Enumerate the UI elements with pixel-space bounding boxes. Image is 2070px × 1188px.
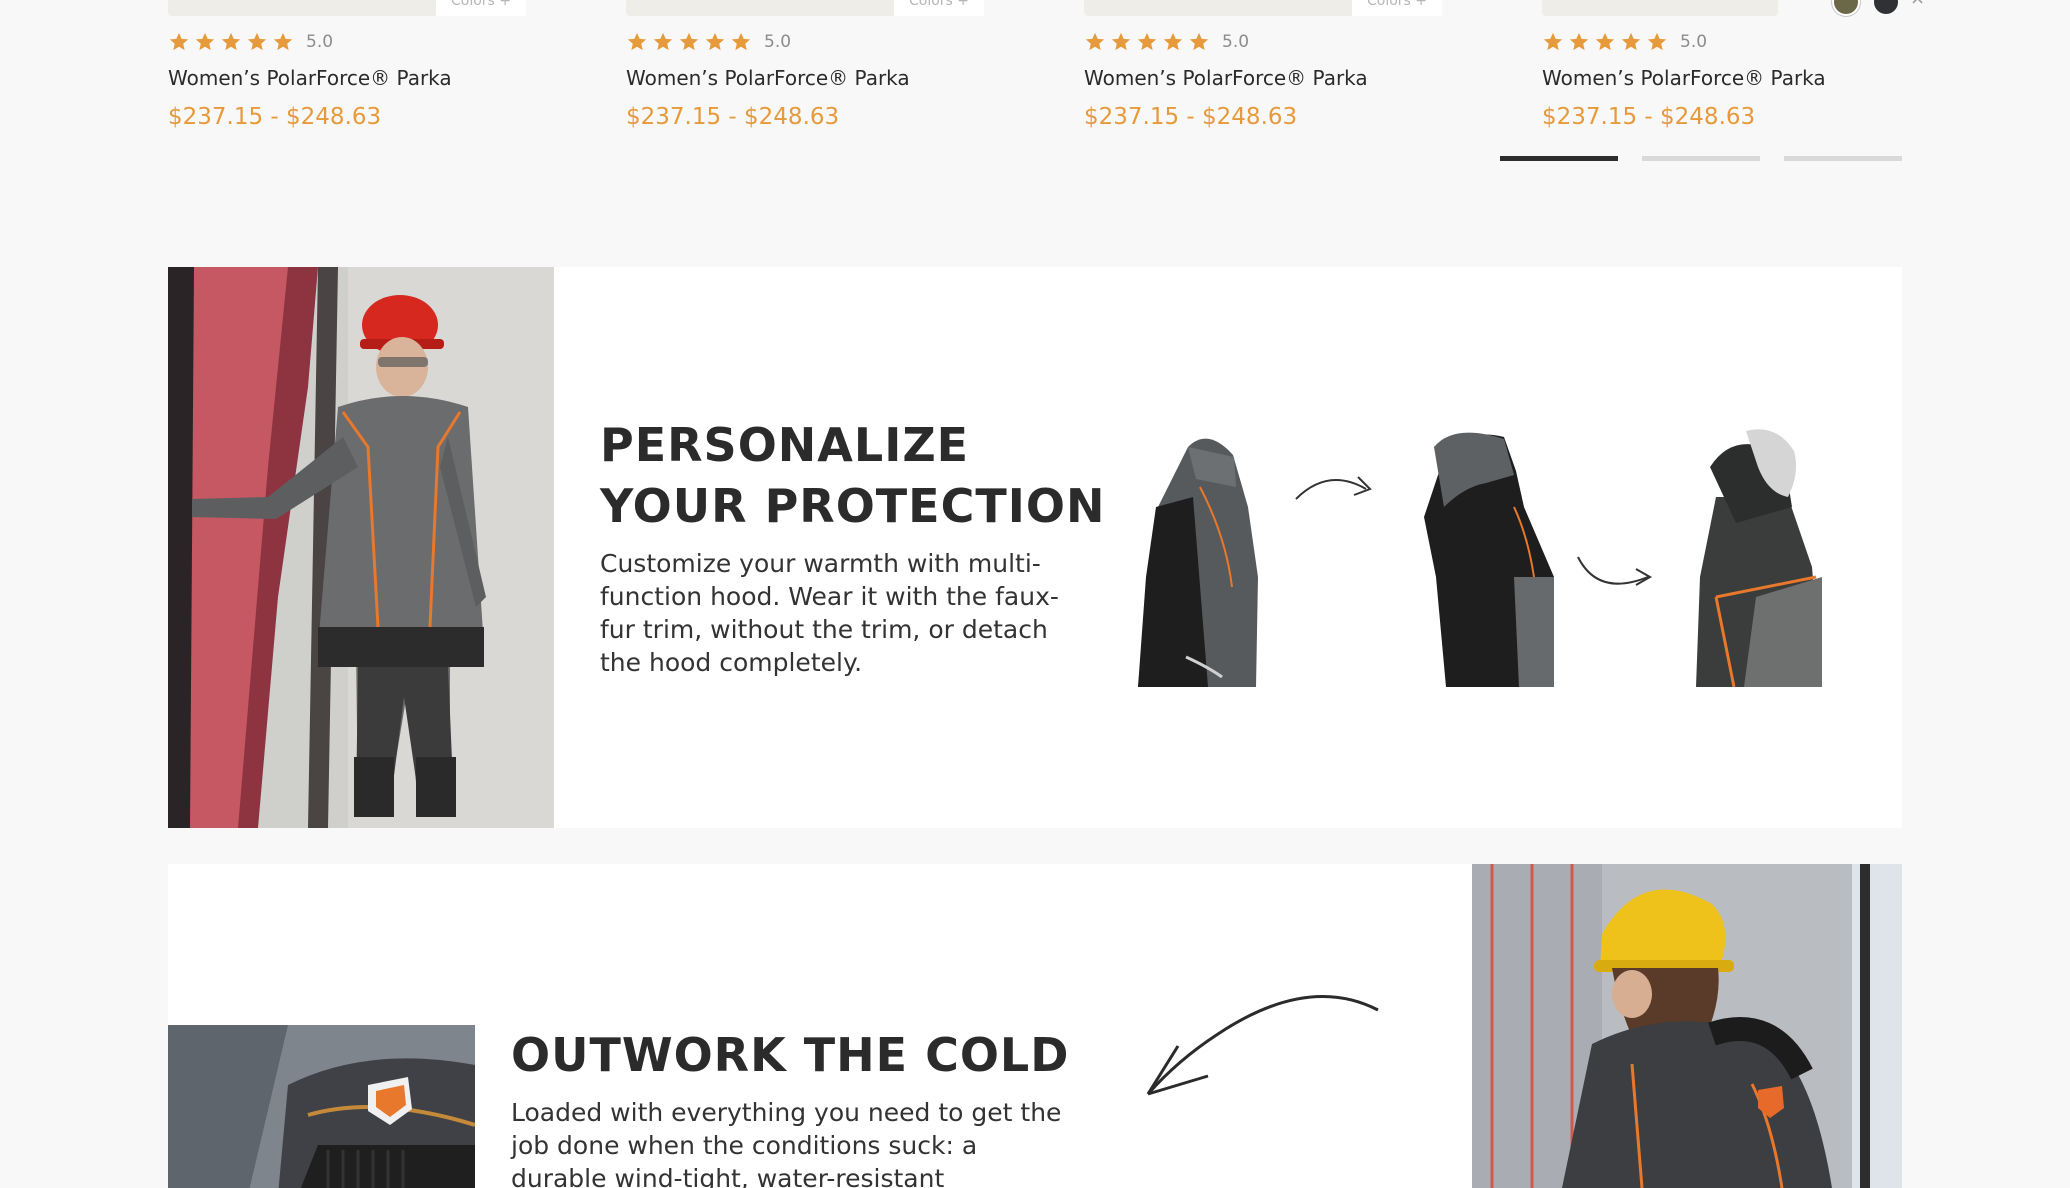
product-card[interactable]: × 5.0 Women’s PolarForce® Parka $237.15 … <box>1542 0 1925 140</box>
star-icon <box>1162 31 1184 53</box>
product-image[interactable] <box>168 0 438 16</box>
colors-tag[interactable]: Colors + <box>894 0 984 16</box>
color-swatches: × <box>1794 0 1925 16</box>
product-rating: 5.0 <box>626 30 791 54</box>
product-price: $237.15 - $248.63 <box>1542 104 1756 130</box>
star-icon <box>1568 31 1590 53</box>
rating-value: 5.0 <box>1222 32 1250 52</box>
product-price: $237.15 - $248.63 <box>168 104 382 130</box>
star-icon <box>1084 31 1106 53</box>
star-icon <box>1188 31 1210 53</box>
star-icon <box>678 31 700 53</box>
star-icon <box>246 31 268 53</box>
product-image[interactable] <box>626 0 896 16</box>
star-icon <box>1594 31 1616 53</box>
star-icon <box>704 31 726 53</box>
hood-options-illustration <box>1138 427 1868 688</box>
product-price: $237.15 - $248.63 <box>1084 104 1298 130</box>
rating-value: 5.0 <box>764 32 792 52</box>
product-title[interactable]: Women’s PolarForce® Parka <box>168 66 452 90</box>
outwork-title: OUTWORK THE COLD <box>511 1028 1070 1082</box>
product-image[interactable] <box>1542 0 1778 16</box>
product-carousel: Colors + 5.0 Women’s PolarForce® Parka $… <box>168 0 1925 140</box>
product-rating: 5.0 <box>1084 30 1249 54</box>
glove-closeup-photo <box>168 1025 475 1188</box>
worker-red-helmet-photo <box>168 267 554 828</box>
product-price: $237.15 - $248.63 <box>626 104 840 130</box>
product-card[interactable]: Colors + 5.0 Women’s PolarForce® Parka $… <box>168 0 528 140</box>
star-icon <box>652 31 674 53</box>
jacket-fur-hood-image <box>1696 429 1822 688</box>
pager-dot-1[interactable] <box>1500 156 1618 161</box>
star-icon <box>272 31 294 53</box>
star-icon <box>1110 31 1132 53</box>
star-icon <box>220 31 242 53</box>
personalize-title: PERSONALIZE YOUR PROTECTION <box>600 418 1106 533</box>
carousel-pager <box>1500 156 1902 162</box>
personalize-section: PERSONALIZE YOUR PROTECTION Customize yo… <box>168 267 1902 828</box>
product-title[interactable]: Women’s PolarForce® Parka <box>1084 66 1368 90</box>
rating-value: 5.0 <box>1680 32 1708 52</box>
jacket-collar-image <box>1138 438 1258 687</box>
pager-dot-3[interactable] <box>1784 156 1902 161</box>
star-icon <box>1136 31 1158 53</box>
rating-value: 5.0 <box>306 32 334 52</box>
star-icon <box>1542 31 1564 53</box>
product-card[interactable]: Colors + 5.0 Women’s PolarForce® Parka $… <box>626 0 986 140</box>
star-icon <box>194 31 216 53</box>
outwork-text: Loaded with everything you need to get t… <box>511 1098 1062 1188</box>
colors-tag[interactable]: Colors + <box>436 0 526 16</box>
product-rating: 5.0 <box>1542 30 1707 54</box>
curved-arrow-icon <box>1138 994 1418 1114</box>
star-icon <box>626 31 648 53</box>
personalize-text: Customize your warmth with multi-functio… <box>600 549 1059 677</box>
color-swatch-black[interactable] <box>1874 0 1898 14</box>
star-icon <box>168 31 190 53</box>
star-icon <box>1646 31 1668 53</box>
product-title[interactable]: Women’s PolarForce® Parka <box>626 66 910 90</box>
product-image[interactable] <box>1084 0 1354 16</box>
product-rating: 5.0 <box>168 30 333 54</box>
worker-yellow-helmet-photo <box>1472 864 1902 1188</box>
color-swatch-olive[interactable] <box>1834 0 1858 14</box>
star-icon <box>1620 31 1642 53</box>
product-title[interactable]: Women’s PolarForce® Parka <box>1542 66 1826 90</box>
colors-tag[interactable]: Colors + <box>1352 0 1442 16</box>
product-card[interactable]: Colors + 5.0 Women’s PolarForce® Parka $… <box>1084 0 1444 140</box>
pager-dot-2[interactable] <box>1642 156 1760 161</box>
outwork-section: OUTWORK THE COLD Loaded with everything … <box>168 864 1902 1188</box>
star-icon <box>730 31 752 53</box>
jacket-hood-image <box>1424 432 1554 687</box>
close-icon[interactable]: × <box>1910 0 1925 9</box>
